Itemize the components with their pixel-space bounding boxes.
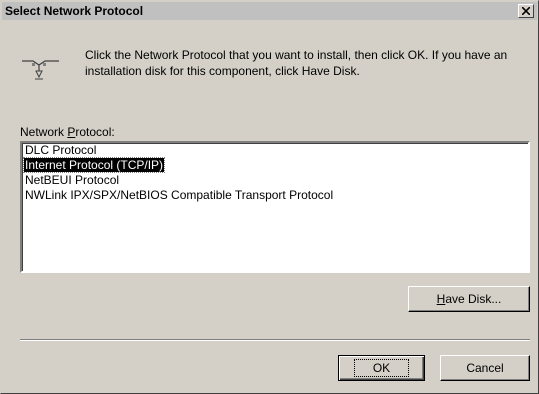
have-disk-label: Have Disk... bbox=[437, 292, 502, 306]
cancel-button[interactable]: Cancel bbox=[440, 355, 530, 381]
ok-button[interactable]: OK bbox=[338, 355, 425, 381]
ok-label: OK bbox=[353, 359, 410, 377]
window-title: Select Network Protocol bbox=[5, 4, 144, 18]
list-item-label: DLC Protocol bbox=[25, 143, 97, 157]
have-disk-rest: ave Disk... bbox=[445, 292, 502, 306]
list-item-tcp-ip[interactable]: Internet Protocol (TCP/IP) bbox=[22, 157, 528, 173]
instructions-text: Click the Network Protocol that you want… bbox=[85, 48, 508, 78]
cancel-label: Cancel bbox=[466, 361, 504, 375]
title-bar[interactable]: Select Network Protocol bbox=[2, 2, 537, 20]
separator bbox=[20, 339, 530, 341]
list-item-label: Internet Protocol (TCP/IP) bbox=[22, 157, 166, 173]
close-icon bbox=[522, 7, 530, 15]
have-disk-button[interactable]: Have Disk... bbox=[408, 286, 530, 312]
list-item-label: NetBEUI Protocol bbox=[25, 173, 120, 187]
list-item-label: NWLink IPX/SPX/NetBIOS Compatible Transp… bbox=[25, 188, 334, 202]
select-network-protocol-dialog: Select Network Protocol Click the Networ… bbox=[0, 0, 539, 394]
label-prefix: Network bbox=[20, 125, 68, 139]
label-suffix: rotocol: bbox=[75, 125, 115, 139]
network-protocol-label: Network Protocol: bbox=[20, 125, 115, 139]
network-protocol-listbox[interactable]: DLC Protocol Internet Protocol (TCP/IP) … bbox=[20, 141, 530, 273]
close-button[interactable] bbox=[518, 4, 534, 18]
list-item-nwlink[interactable]: NWLink IPX/SPX/NetBIOS Compatible Transp… bbox=[22, 188, 528, 203]
list-item-dlc-protocol[interactable]: DLC Protocol bbox=[22, 143, 528, 158]
network-protocol-icon bbox=[21, 57, 61, 85]
list-item-netbeui-protocol[interactable]: NetBEUI Protocol bbox=[22, 173, 528, 188]
